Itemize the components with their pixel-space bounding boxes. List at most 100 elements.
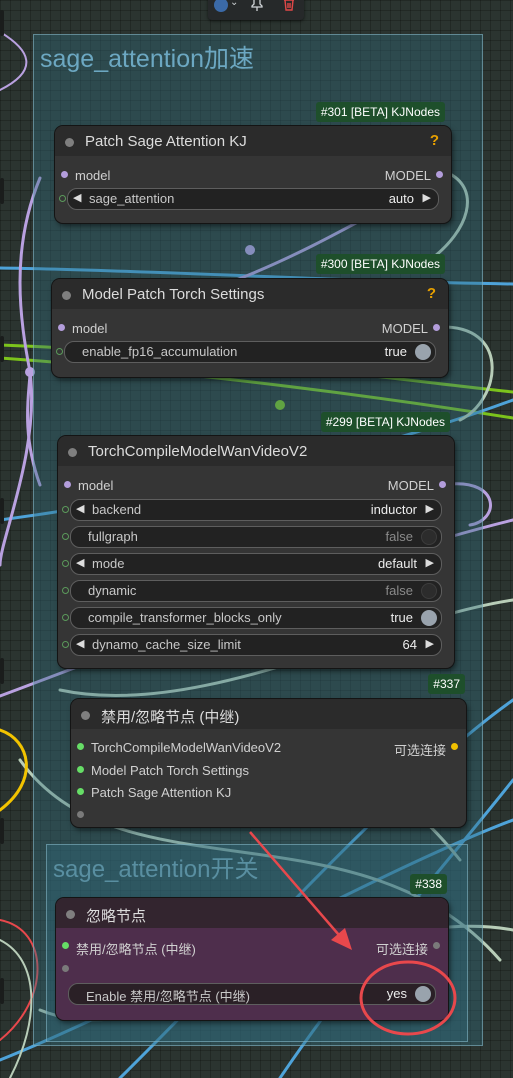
node-torch-compile-model-wan-video[interactable]: TorchCompileModelWanVideoV2 model MODEL … (58, 436, 454, 668)
widget-name: backend (92, 502, 142, 517)
widget-value: true (390, 610, 413, 625)
node-id-badge: #337 (428, 674, 465, 694)
widget-value: auto (388, 191, 414, 206)
decrement-arrow-icon[interactable]: ◀ (76, 556, 84, 569)
toggle-knob-icon[interactable] (421, 529, 437, 545)
widget-name: fullgraph (88, 529, 138, 544)
widget-socket[interactable] (62, 560, 69, 567)
increment-arrow-icon[interactable]: ▶ (423, 191, 431, 204)
collapse-dot-icon[interactable] (68, 448, 77, 457)
group-title: sage_attention开关 (53, 856, 259, 883)
enable-relay-toggle[interactable]: Enable 禁用/忽略节点 (中继) yes (68, 983, 436, 1005)
toggle-knob-icon[interactable] (415, 344, 431, 360)
node-ignore[interactable]: 忽略节点 禁用/忽略节点 (中继) 可选连接 Enable 禁用/忽略节点 (中… (56, 898, 448, 1020)
node-toolbar: ⌄ (208, 0, 304, 20)
empty-input-socket[interactable] (77, 811, 84, 818)
node-id-badge: #299 [BETA] KJNodes (320, 412, 450, 432)
collapse-dot-icon[interactable] (65, 138, 74, 147)
pin-icon[interactable] (250, 0, 264, 15)
model-input-socket[interactable] (58, 324, 65, 331)
toggle-knob-icon[interactable] (421, 610, 437, 626)
input-label-model: model (78, 478, 114, 493)
widget-name: mode (92, 556, 125, 571)
collapse-dot-icon[interactable] (66, 910, 75, 919)
color-swatch-icon[interactable] (214, 0, 228, 12)
model-input-socket[interactable] (61, 171, 68, 178)
input-label-torch-compile: TorchCompileModelWanVideoV2 (91, 740, 282, 755)
optional-output-socket[interactable] (451, 743, 458, 750)
widget-value: yes (386, 986, 407, 1001)
node-header[interactable]: 禁用/忽略节点 (中继) (71, 699, 466, 729)
widget-name: Enable 禁用/忽略节点 (中继) (86, 989, 250, 1004)
widget-name: enable_fp16_accumulation (82, 344, 238, 359)
collapse-dot-icon[interactable] (81, 711, 90, 720)
backend-combo[interactable]: ◀ backend inductor ▶ (70, 499, 442, 521)
relay-input-socket[interactable] (77, 788, 84, 795)
node-header[interactable]: Patch Sage Attention KJ ? (55, 126, 451, 156)
model-output-socket[interactable] (433, 324, 440, 331)
decrement-arrow-icon[interactable]: ◀ (76, 502, 84, 515)
decrement-arrow-icon[interactable]: ◀ (73, 191, 81, 204)
widget-value: true (384, 344, 407, 359)
node-header[interactable]: Model Patch Torch Settings ? (52, 279, 448, 309)
widget-name: sage_attention (89, 191, 175, 206)
widget-socket[interactable] (62, 587, 69, 594)
widget-name: compile_transformer_blocks_only (88, 610, 282, 625)
output-label-model: MODEL (381, 321, 428, 336)
widget-socket[interactable] (62, 506, 69, 513)
dynamo-cache-size-limit-number[interactable]: ◀ dynamo_cache_size_limit 64 ▶ (70, 634, 442, 656)
dynamic-toggle[interactable]: dynamic false (70, 580, 442, 602)
output-label-optional: 可选连接 (393, 743, 446, 758)
relay-input-socket[interactable] (77, 766, 84, 773)
node-title: 禁用/忽略节点 (中继) (101, 709, 240, 726)
chevron-down-icon[interactable]: ⌄ (230, 0, 238, 8)
increment-arrow-icon[interactable]: ▶ (426, 637, 434, 650)
input-label-model: model (75, 168, 111, 183)
relay-input-socket[interactable] (62, 942, 69, 949)
node-header[interactable]: TorchCompileModelWanVideoV2 (58, 436, 454, 466)
model-output-socket[interactable] (439, 481, 446, 488)
widget-socket[interactable] (62, 533, 69, 540)
input-label-model-patch: Model Patch Torch Settings (91, 763, 250, 778)
optional-output-socket[interactable] (433, 942, 440, 949)
collapse-dot-icon[interactable] (62, 291, 71, 300)
help-icon[interactable]: ? (430, 132, 439, 149)
output-label-model: MODEL (384, 168, 431, 183)
node-header[interactable]: 忽略节点 (56, 898, 448, 928)
node-title: Model Patch Torch Settings (82, 286, 265, 303)
trash-icon[interactable] (282, 0, 296, 15)
group-title: sage_attention加速 (40, 45, 255, 73)
sage-attention-combo[interactable]: ◀ sage_attention auto ▶ (67, 188, 439, 210)
model-output-socket[interactable] (436, 171, 443, 178)
widget-name: dynamic (88, 583, 137, 598)
increment-arrow-icon[interactable]: ▶ (426, 556, 434, 569)
relay-input-socket[interactable] (77, 743, 84, 750)
node-id-badge: #301 [BETA] KJNodes (315, 102, 445, 122)
toggle-knob-icon[interactable] (421, 583, 437, 599)
increment-arrow-icon[interactable]: ▶ (426, 502, 434, 515)
fullgraph-toggle[interactable]: fullgraph false (70, 526, 442, 548)
node-id-badge: #300 [BETA] KJNodes (315, 254, 445, 274)
input-label-model: model (72, 321, 108, 336)
widget-socket[interactable] (56, 348, 63, 355)
model-input-socket[interactable] (64, 481, 71, 488)
compile-transformer-blocks-only-toggle[interactable]: compile_transformer_blocks_only true (70, 607, 442, 629)
enable-fp16-accumulation-toggle[interactable]: enable_fp16_accumulation true (64, 341, 436, 363)
widget-socket[interactable] (59, 195, 66, 202)
empty-input-socket[interactable] (62, 965, 69, 972)
input-label-patch-sage: Patch Sage Attention KJ (91, 785, 232, 800)
widget-socket[interactable] (62, 614, 69, 621)
mode-combo[interactable]: ◀ mode default ▶ (70, 553, 442, 575)
help-icon[interactable]: ? (427, 285, 436, 302)
node-model-patch-torch-settings[interactable]: Model Patch Torch Settings ? model MODEL… (52, 279, 448, 377)
node-title: 忽略节点 (86, 908, 147, 925)
widget-value: 64 (402, 637, 417, 652)
node-title: TorchCompileModelWanVideoV2 (88, 443, 308, 460)
widget-value: false (385, 583, 413, 598)
node-bypass-relay[interactable]: 禁用/忽略节点 (中继) TorchCompileModelWanVideoV2… (71, 699, 466, 827)
widget-socket[interactable] (62, 641, 69, 648)
output-label-optional: 可选连接 (375, 942, 428, 957)
node-patch-sage-attention[interactable]: Patch Sage Attention KJ ? model MODEL ◀ … (55, 126, 451, 223)
decrement-arrow-icon[interactable]: ◀ (76, 637, 84, 650)
toggle-knob-icon[interactable] (415, 986, 431, 1002)
